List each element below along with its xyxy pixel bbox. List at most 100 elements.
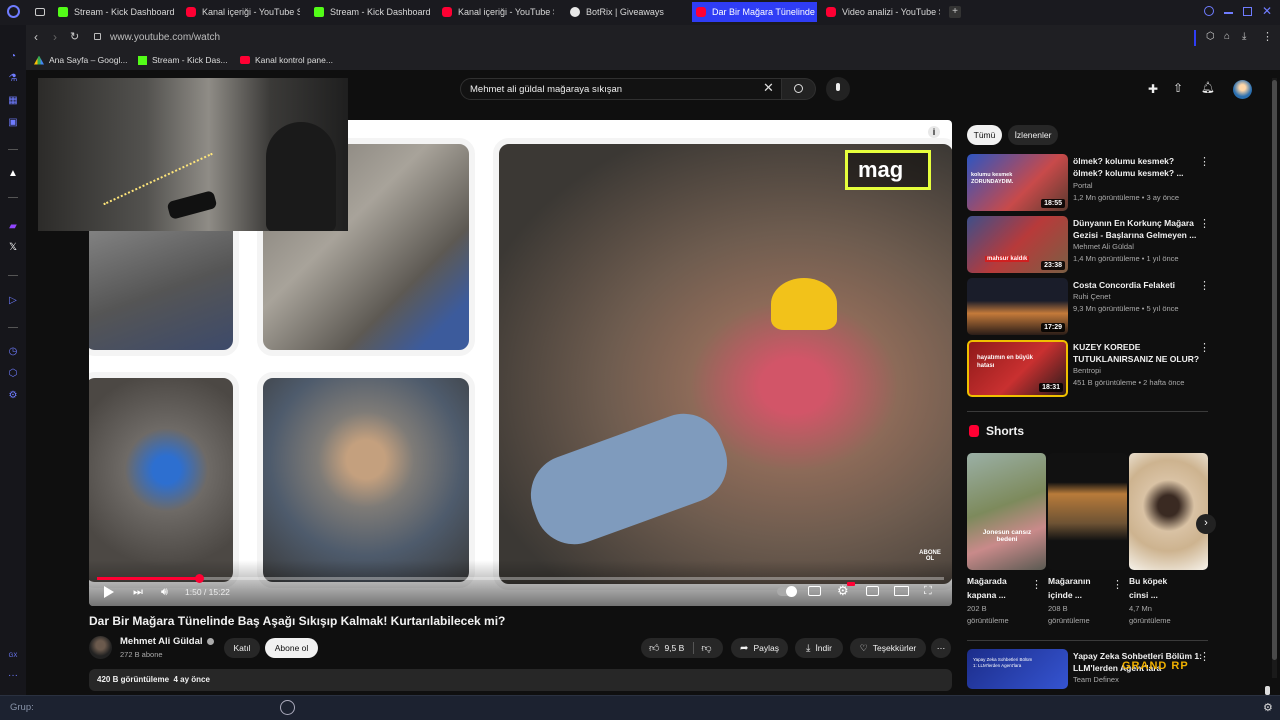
channel-name-row[interactable]: Mehmet Ali Güldal — [120, 636, 214, 647]
extensions-button[interactable]: ⬡ — [1206, 31, 1215, 42]
rec-thumbnail-2[interactable]: mahsur kaldık 23:38 — [967, 216, 1068, 273]
tab-islands-icon[interactable]: ⬡ — [7, 368, 19, 380]
short-menu-icon[interactable]: ⋮ — [1112, 578, 1123, 591]
filter-chip-watched[interactable]: İzlenenler — [1008, 125, 1058, 145]
rec-menu-icon[interactable]: ⋮ — [1199, 279, 1210, 292]
search-tabs-icon[interactable] — [1204, 6, 1214, 16]
rec-thumbnail-3[interactable]: 17:29 — [967, 278, 1068, 335]
share-button[interactable]: ➦ Paylaş — [731, 638, 788, 658]
channel-avatar[interactable] — [89, 636, 112, 659]
more-icon[interactable]: ··· — [7, 670, 19, 682]
speed-dial-icon[interactable]: ◔ — [7, 51, 19, 63]
short-thumbnail-2[interactable] — [1048, 453, 1127, 570]
fullscreen-icon[interactable]: ⛶ — [924, 585, 932, 598]
shorts-next-button[interactable]: › — [1196, 514, 1216, 534]
rec-thumbnail-5[interactable]: Yapay Zeka Sohbetleri Bölüm 1: LLM'lerde… — [967, 649, 1068, 689]
progress-bar-track[interactable] — [97, 574, 944, 583]
like-button[interactable]: 👍︎ 9,5 B — [641, 642, 684, 654]
rec-title-3[interactable]: Costa Concordia Felaketi — [1073, 279, 1175, 291]
next-button[interactable]: ⏭ — [133, 586, 143, 599]
rec-menu-icon[interactable]: ⋮ — [1199, 217, 1210, 230]
theater-mode-icon[interactable] — [894, 586, 909, 596]
x-twitter-icon[interactable]: 𝕏 — [7, 242, 19, 254]
bookmark-kick[interactable]: Stream - Kick Das... — [138, 55, 228, 65]
account-button[interactable]: ⌂ — [1224, 31, 1230, 42]
short-title-1[interactable]: Mağarada kapana ... — [967, 575, 1007, 601]
play-button[interactable] — [104, 586, 114, 598]
new-tab-button[interactable]: + — [949, 6, 961, 18]
search-input[interactable]: Mehmet ali güldal mağaraya sıkışan — [460, 78, 782, 100]
page-scrollbar[interactable] — [1272, 78, 1277, 678]
menu-button[interactable]: ⋮ — [1262, 30, 1273, 43]
info-icon[interactable]: i — [928, 126, 940, 138]
reload-button[interactable]: ↻ — [70, 30, 79, 43]
channel-name[interactable]: Mehmet Ali Güldal — [120, 636, 203, 647]
rec-thumbnail-1[interactable]: kolumu kesmek ZORUNDAYDIM. 18:55 — [967, 154, 1068, 211]
more-actions-button[interactable]: ⋯ — [931, 638, 951, 658]
extensions-icon[interactable]: ▦ — [7, 95, 19, 107]
bookmark-youtube[interactable]: Kanal kontrol pane... — [240, 55, 333, 65]
settings-icon[interactable]: ⚙ — [7, 390, 19, 402]
tab-youtube-studio-2[interactable]: Kanal içeriği - YouTube St — [442, 2, 554, 22]
download-button[interactable]: ⤓ İndir — [795, 638, 843, 658]
tab-kick-dashboard-1[interactable]: Stream - Kick Dashboard — [58, 2, 176, 22]
rec-channel-2[interactable]: Mehmet Ali Güldal — [1073, 241, 1134, 253]
bookmark-google[interactable]: Ana Sayfa – Googl... — [34, 55, 127, 65]
short-title-2[interactable]: Mağaranın içinde ... — [1048, 575, 1091, 601]
miniplayer-icon[interactable] — [866, 586, 879, 596]
notifications-bell-icon[interactable]: 🔔︎ — [1201, 81, 1215, 94]
settings-icon[interactable]: ⚙ — [1263, 701, 1273, 714]
voice-search-button[interactable] — [826, 77, 850, 101]
minimize-icon[interactable] — [1224, 12, 1233, 14]
player-icon[interactable]: ▷ — [7, 295, 19, 307]
url-field[interactable]: www.youtube.com/watch — [110, 32, 220, 43]
short-menu-icon[interactable]: ⋮ — [1031, 578, 1042, 591]
tab-current-video[interactable]: Dar Bir Mağara Tünelinde — [692, 2, 817, 22]
rec-title-2[interactable]: Dünyanın En Korkunç Mağara Gezisi - Başla… — [1073, 217, 1196, 241]
messenger-icon[interactable]: ▣ — [7, 117, 19, 129]
group-input[interactable] — [40, 699, 280, 717]
join-button[interactable]: Katıl — [224, 638, 260, 658]
autoplay-toggle[interactable] — [777, 586, 797, 597]
workspaces-icon[interactable] — [35, 8, 45, 16]
scrollbar-thumb[interactable] — [1272, 80, 1277, 660]
filter-chip-all[interactable]: Tümü — [967, 125, 1002, 145]
rec-title-4[interactable]: KUZEY KOREDE TUTUKLANIRSANIZ NE OLUR? — [1073, 341, 1199, 365]
tab-youtube-studio-1[interactable]: Kanal içeriği - YouTube St — [186, 2, 300, 22]
avatar[interactable] — [1233, 80, 1252, 99]
rec-menu-icon[interactable]: ⋮ — [1199, 650, 1210, 663]
back-button[interactable]: ‹ — [34, 30, 38, 44]
restore-icon[interactable] — [1243, 7, 1252, 16]
volume-icon[interactable]: 🔊︎ — [161, 586, 168, 599]
forward-button[interactable]: › — [53, 30, 57, 44]
dislike-button[interactable]: 👎︎ — [701, 642, 711, 654]
tab-botrix[interactable]: BotRix | Giveaways — [570, 2, 680, 22]
upload-icon[interactable]: ⇧ — [1173, 81, 1183, 95]
tab-video-analytics[interactable]: Video analizi - YouTube St — [826, 2, 940, 22]
group-action-icon[interactable] — [280, 700, 295, 715]
tab-kick-dashboard-2[interactable]: Stream - Kick Dashboard — [314, 2, 432, 22]
rec-channel-3[interactable]: Ruhi Çenet — [1073, 291, 1111, 303]
short-thumbnail-3[interactable] — [1129, 453, 1208, 570]
rec-title-1[interactable]: ölmek? kolumu kesmek? ölmek? kolumu kesme… — [1073, 155, 1184, 179]
progress-scrubber[interactable] — [194, 574, 204, 583]
app-icon[interactable]: ▲ — [7, 168, 19, 180]
short-thumbnail-1[interactable]: Jonesun cansız bedeni — [967, 453, 1046, 570]
gx-icon[interactable]: GX — [7, 650, 19, 662]
browser-logo-icon[interactable] — [7, 5, 20, 18]
close-window-icon[interactable]: ✕ — [1262, 4, 1272, 18]
rec-channel-4[interactable]: Bentropi — [1073, 365, 1101, 377]
search-button[interactable] — [782, 78, 816, 100]
clear-search-icon[interactable]: ✕ — [763, 80, 774, 96]
description-box[interactable]: 420 B görüntüleme 4 ay önce — [89, 669, 952, 691]
subscribe-button[interactable]: Abone ol — [265, 638, 318, 658]
subtitles-icon[interactable] — [808, 586, 821, 596]
short-title-3[interactable]: Bu köpek cinsi ... — [1129, 575, 1167, 601]
twitch-icon[interactable]: ▰ — [7, 221, 19, 233]
rec-menu-icon[interactable]: ⋮ — [1199, 155, 1210, 168]
create-icon[interactable]: ✚ — [1148, 82, 1158, 96]
history-icon[interactable]: ◷ — [7, 346, 19, 358]
rec-thumbnail-4[interactable]: hayatımın en büyük hatası 18:31 — [967, 340, 1068, 397]
download-button[interactable]: ⤓ — [1242, 31, 1246, 42]
rec-menu-icon[interactable]: ⋮ — [1199, 341, 1210, 354]
